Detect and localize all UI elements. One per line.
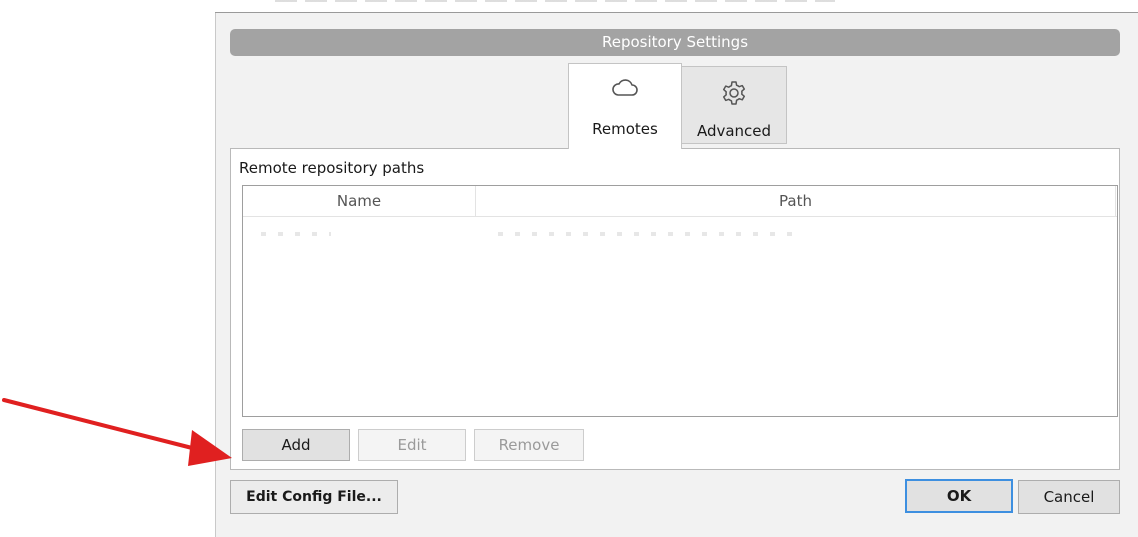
cloud-icon — [569, 76, 681, 106]
window-behind-top-edge — [215, 0, 1138, 13]
cancel-button[interactable]: Cancel — [1018, 480, 1120, 514]
column-header-path[interactable]: Path — [476, 186, 1116, 216]
add-button[interactable]: Add — [242, 429, 350, 461]
remove-button[interactable]: Remove — [474, 429, 584, 461]
table-header: Name Path — [243, 186, 1117, 217]
repository-settings-dialog: Repository Settings Remotes Advanced Rem… — [215, 13, 1138, 537]
tab-remotes-label: Remotes — [592, 120, 658, 138]
tab-advanced-label: Advanced — [696, 122, 772, 140]
remote-paths-table[interactable]: Name Path — [242, 185, 1118, 417]
gear-icon — [682, 79, 786, 109]
ok-button[interactable]: OK — [905, 479, 1013, 513]
obscured-background-text — [275, 0, 835, 2]
redacted-path-cell — [498, 232, 798, 236]
table-row[interactable] — [243, 224, 1117, 246]
red-arrow-annotation — [2, 398, 232, 466]
redacted-name-cell — [261, 232, 331, 236]
edit-config-file-button[interactable]: Edit Config File... — [230, 480, 398, 514]
tab-advanced[interactable]: Advanced — [681, 66, 787, 144]
dialog-title: Repository Settings — [230, 29, 1120, 56]
section-label: Remote repository paths — [239, 159, 425, 177]
tab-remotes[interactable]: Remotes — [568, 63, 682, 149]
edit-button[interactable]: Edit — [358, 429, 466, 461]
remotes-panel: Remote repository paths Name Path Add Ed… — [230, 148, 1120, 470]
column-header-name[interactable]: Name — [243, 186, 476, 216]
